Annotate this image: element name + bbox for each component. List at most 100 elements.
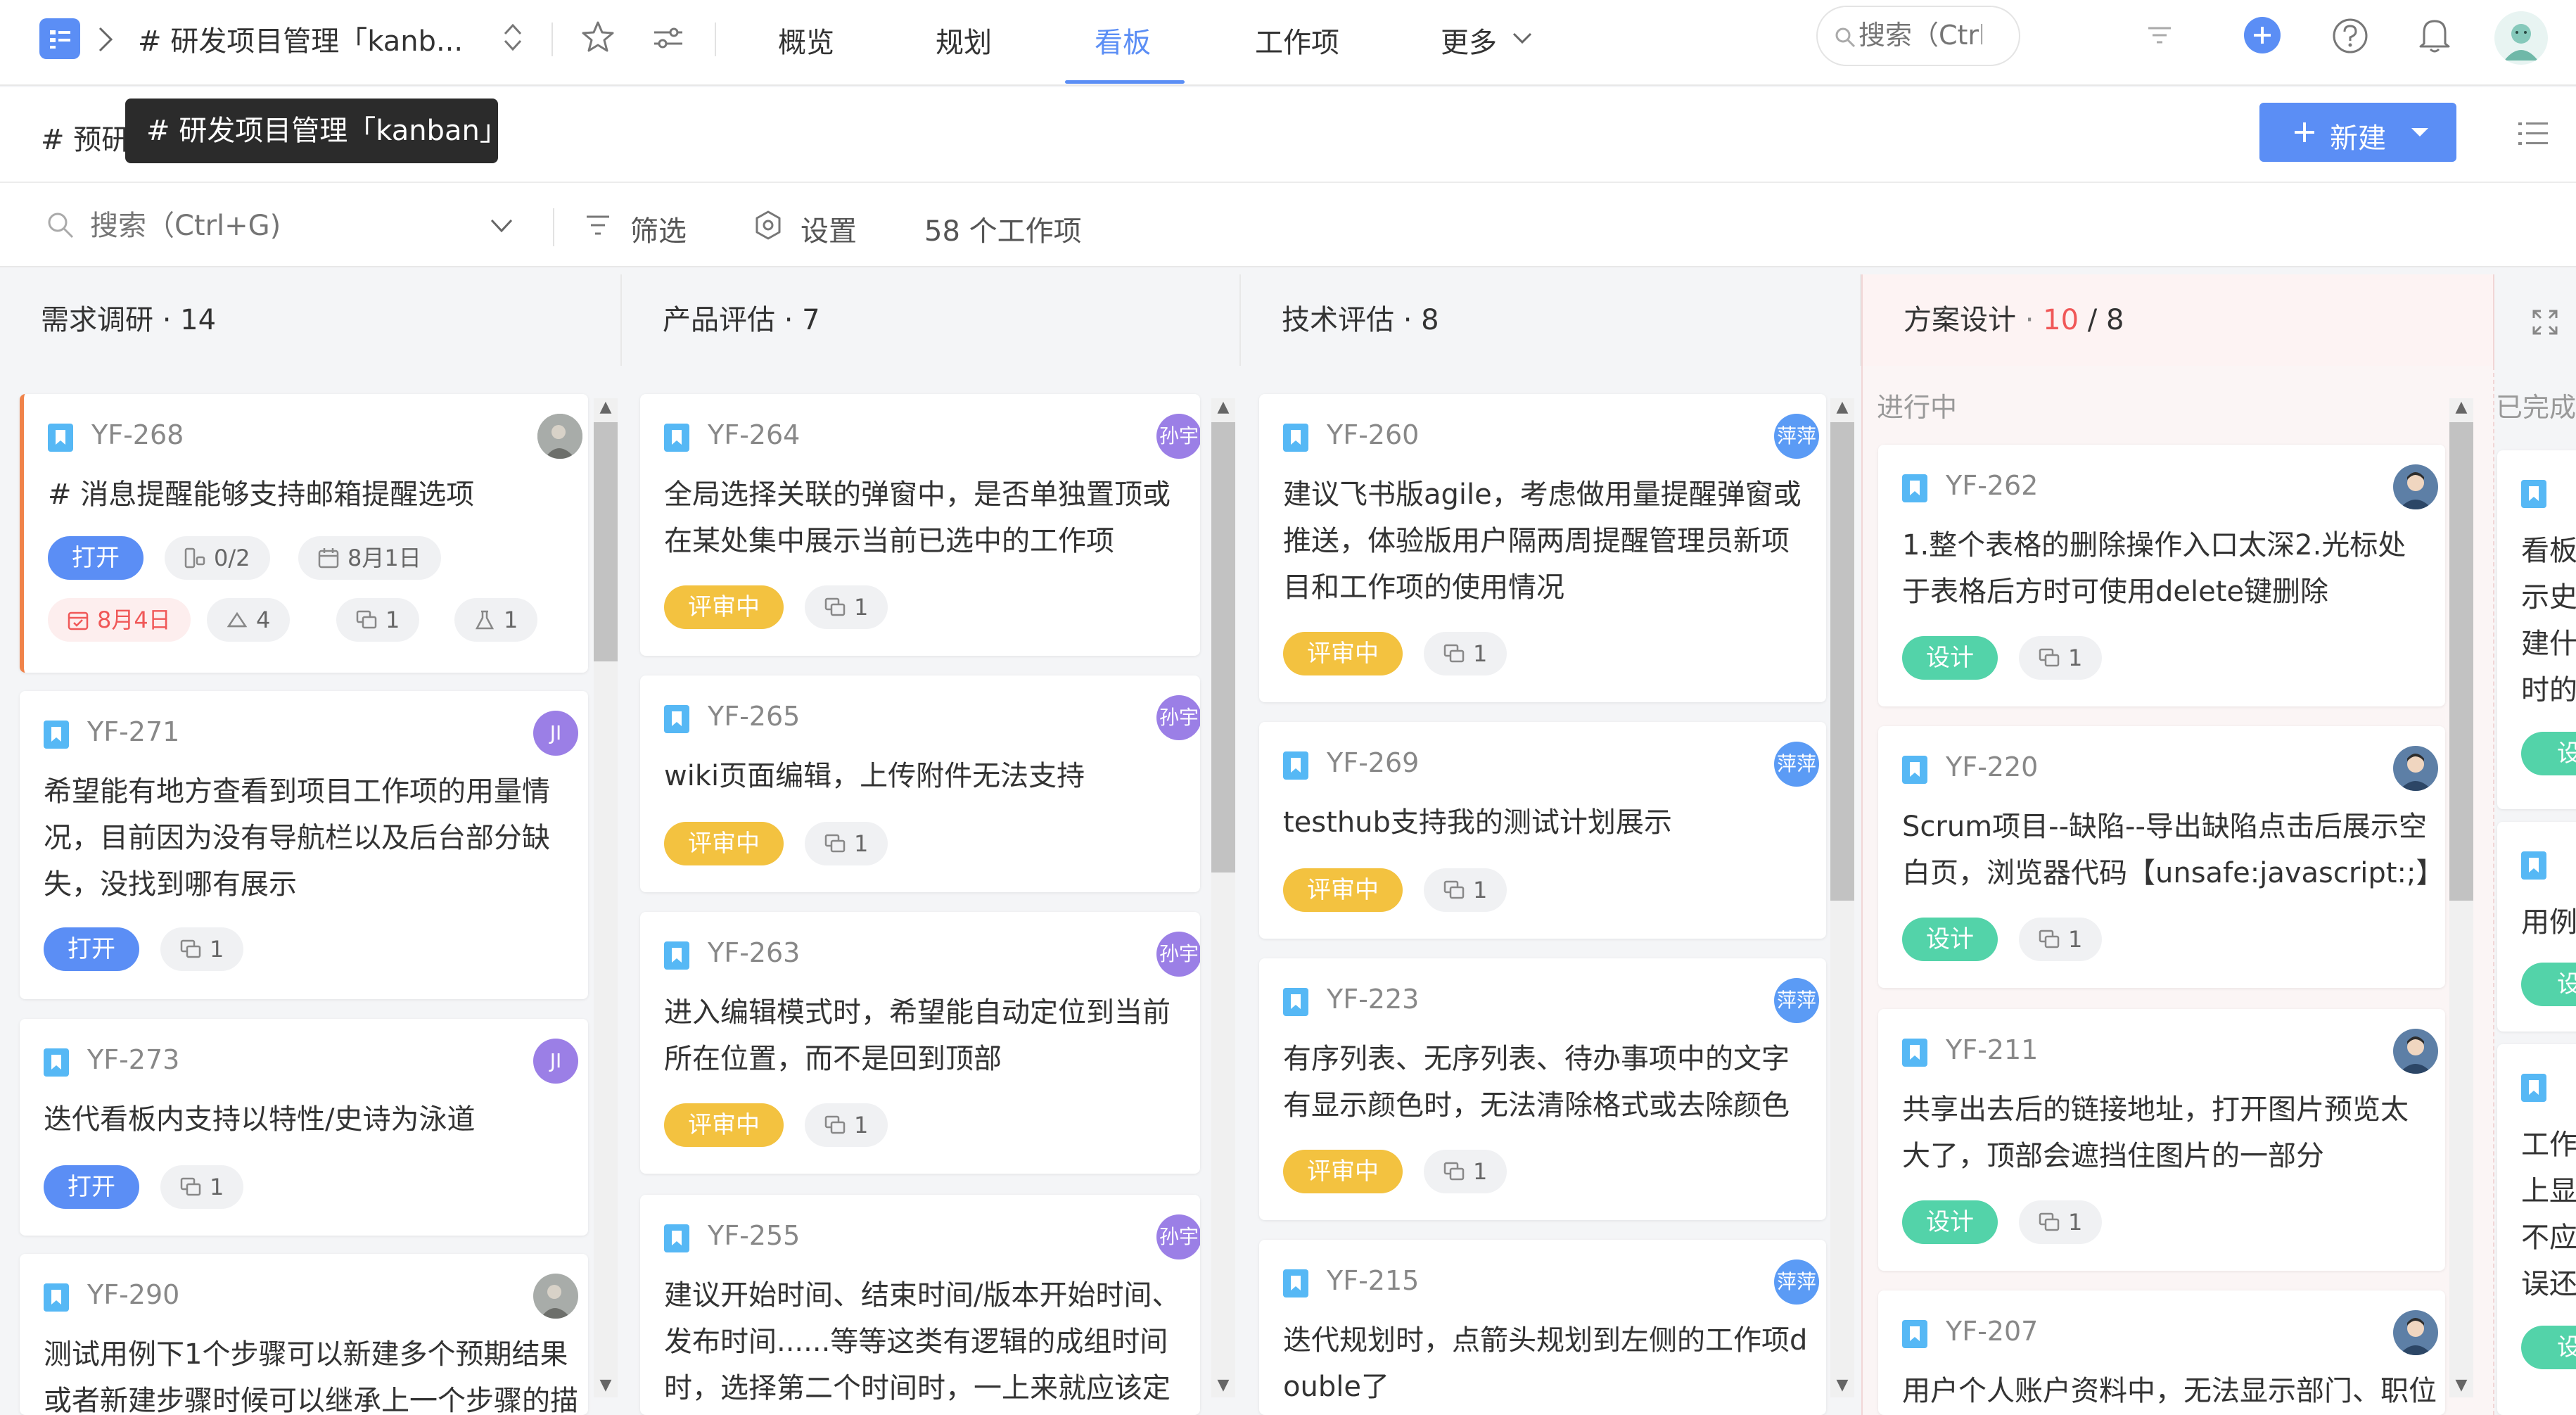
work-item-card[interactable]: YF-269 萍萍 testhub支持我的测试计划展示 评审中 1 (1259, 722, 1826, 939)
work-item-count: 58 个工作项 (924, 215, 1082, 248)
settings-button[interactable]: 设置 (801, 208, 857, 249)
requirement-icon (48, 424, 73, 452)
star-icon[interactable] (581, 20, 615, 53)
assignee-avatar (2393, 746, 2438, 791)
project-icon[interactable] (39, 18, 80, 59)
status-tag[interactable]: 评审中 (664, 822, 784, 865)
work-item-card-partial[interactable]: 看板 示史 建什 时的 设 (2497, 450, 2576, 809)
switch-project-icon[interactable] (502, 21, 523, 53)
work-item-id: YF-273 (87, 1044, 180, 1075)
settings-sliders-icon[interactable] (651, 21, 685, 55)
filter-button[interactable]: 筛选 (630, 208, 687, 249)
requirement-icon (44, 1283, 69, 1312)
work-item-card[interactable]: YF-268 # 消息提醒能够支持邮箱提醒选项 打开 0/2 8月1日 8月4日… (20, 394, 588, 673)
work-item-card-partial[interactable]: 用例 设 (2497, 822, 2576, 1032)
scroll-down-icon[interactable]: ▼ (1830, 1376, 1854, 1397)
expand-icon[interactable] (2531, 308, 2559, 336)
tab-overview[interactable]: 概览 (778, 20, 834, 61)
requirement-icon (2521, 480, 2546, 508)
work-item-card[interactable]: YF-264 孙宇 全局选择关联的弹窗中，是否单独置顶或在某处集中展示当前已选中… (640, 394, 1200, 656)
scrollbar-thumb[interactable] (1211, 422, 1235, 873)
comment-count: 1 (1424, 868, 1507, 912)
status-tag[interactable]: 打开 (48, 536, 144, 580)
work-item-card[interactable]: YF-223 萍萍 有序列表、无序列表、待办事项中的文字有显示颜色时，无法清除格… (1259, 958, 1826, 1220)
scroll-down-icon[interactable]: ▼ (594, 1376, 618, 1397)
assignee-avatar: JI (533, 711, 578, 756)
status-tag[interactable]: 设 (2521, 1326, 2576, 1369)
scroll-up-icon[interactable]: ▲ (1830, 398, 1854, 419)
scroll-down-icon[interactable]: ▼ (2449, 1376, 2473, 1397)
status-tag[interactable]: 评审中 (664, 585, 784, 629)
add-icon[interactable] (2244, 17, 2281, 53)
bell-icon[interactable] (2417, 15, 2452, 55)
caret-down-icon (2410, 127, 2430, 139)
status-tag[interactable]: 打开 (44, 1165, 139, 1209)
status-tag[interactable]: 评审中 (1283, 632, 1403, 675)
work-item-card[interactable]: YF-271 JI 希望能有地方查看到项目工作项的用量情况，目前因为没有导航栏以… (20, 691, 588, 999)
scroll-up-icon[interactable]: ▲ (1211, 398, 1235, 419)
work-item-card-partial[interactable]: 工作 上显 不应 误还 设 (2497, 1044, 2576, 1415)
comment-count: 1 (336, 598, 420, 642)
list-view-icon[interactable] (2517, 118, 2549, 149)
work-item-card[interactable]: YF-255 孙宇 建议开始时间、结束时间/版本开始时间、发布时间......等… (640, 1195, 1200, 1415)
user-avatar[interactable] (2494, 11, 2548, 65)
tab-planning[interactable]: 规划 (936, 20, 992, 61)
status-tag[interactable]: 评审中 (1283, 868, 1403, 912)
column-name: 技术评估 (1282, 304, 1394, 336)
column-header-tech: 技术评估 · 8 (1241, 274, 1861, 366)
status-tag[interactable]: 设 (2521, 732, 2576, 775)
work-item-title: 1.整个表格的删除操作入口太深2.光标处于表格后方时可使用delete键删除 (1902, 529, 2406, 608)
status-tag[interactable]: 设计 (1902, 1200, 1998, 1244)
work-item-title: 有序列表、无序列表、待办事项中的文字有显示颜色时，无法清除格式或去除颜色 (1283, 1043, 1790, 1122)
filter-icon[interactable] (2145, 21, 2174, 49)
tab-work-items[interactable]: 工作项 (1255, 20, 1339, 61)
work-item-card[interactable]: YF-263 孙宇 进入编辑模式时，希望能自动定位到当前所在位置，而不是回到顶部… (640, 912, 1200, 1174)
work-item-id: YF-271 (87, 716, 180, 747)
tab-more[interactable]: 更多 (1441, 20, 1497, 61)
work-item-card[interactable]: YF-260 萍萍 建议飞书版agile，考虑做用量提醒弹窗或推送，体验版用户隔… (1259, 394, 1826, 702)
title-fragment: 时的 (2521, 674, 2576, 706)
status-tag[interactable]: 设 (2521, 963, 2576, 1006)
scrollbar-thumb[interactable] (1830, 422, 1854, 901)
work-item-card[interactable]: YF-273 JI 迭代看板内支持以特性/史诗为泳道 打开 1 (20, 1019, 588, 1236)
scrollbar-thumb[interactable] (594, 422, 618, 661)
assignee-avatar (2393, 1029, 2438, 1074)
work-item-id: YF-223 (1327, 984, 1420, 1015)
scroll-up-icon[interactable]: ▲ (2449, 398, 2473, 419)
work-item-id: YF-207 (1946, 1316, 2039, 1347)
work-item-card[interactable]: YF-290 测试用例下1个步骤可以新建多个预期结果或者新建步骤时候可以继承上一… (20, 1254, 588, 1415)
breadcrumb-project-title[interactable]: # 研发项目管理「kanb... (138, 18, 463, 59)
status-tag[interactable]: 打开 (44, 927, 139, 971)
work-item-card[interactable]: YF-220 Scrum项目--缺陷--导出缺陷点击后展示空白页，浏览器代码【u… (1878, 726, 2445, 988)
requirement-icon (1902, 756, 1927, 784)
comment-count: 1 (2019, 918, 2103, 961)
chevron-down-icon[interactable] (490, 218, 514, 234)
requirement-icon (664, 705, 689, 733)
requirement-icon (1902, 1039, 1927, 1067)
comment-count: 1 (805, 1103, 888, 1147)
title-fragment: 误还 (2521, 1268, 2576, 1300)
tab-kanban[interactable]: 看板 (1095, 20, 1151, 61)
status-tag[interactable]: 评审中 (664, 1103, 784, 1147)
scroll-up-icon[interactable]: ▲ (594, 398, 618, 419)
work-item-card[interactable]: YF-215 萍萍 迭代规划时，点箭头规划到左侧的工作项double了 (1259, 1240, 1826, 1415)
work-item-card[interactable]: YF-211 共享出去后的链接地址，打开图片预览太大了，顶部会遮挡住图片的一部分… (1878, 1009, 2445, 1271)
column-name: 产品评估 (663, 304, 775, 336)
work-item-card[interactable]: YF-265 孙宇 wiki页面编辑，上传附件无法支持 评审中 1 (640, 675, 1200, 892)
assignee-avatar: 孙宇 (1156, 695, 1200, 740)
scroll-down-icon[interactable]: ▼ (1211, 1376, 1235, 1397)
column-header-research: 需求调研 · 14 (0, 274, 622, 366)
board-search-input[interactable] (89, 204, 454, 248)
work-item-card[interactable]: YF-262 1.整个表格的删除操作入口太深2.光标处于表格后方时可使用dele… (1878, 445, 2445, 706)
title-fragment: 建什 (2521, 628, 2576, 660)
scrollbar-thumb[interactable] (2449, 422, 2473, 901)
help-icon[interactable] (2331, 17, 2369, 55)
work-item-card[interactable]: YF-207 用户个人账户资料中，无法显示部门、职位 (1878, 1290, 2445, 1415)
status-tag[interactable]: 设计 (1902, 636, 1998, 680)
chevron-down-icon[interactable] (1511, 30, 1534, 46)
work-item-id: YF-268 (91, 419, 184, 450)
new-button[interactable]: 新建 (2259, 103, 2456, 162)
status-tag[interactable]: 评审中 (1283, 1150, 1403, 1193)
column-count: · 7 (784, 304, 820, 336)
status-tag[interactable]: 设计 (1902, 918, 1998, 961)
